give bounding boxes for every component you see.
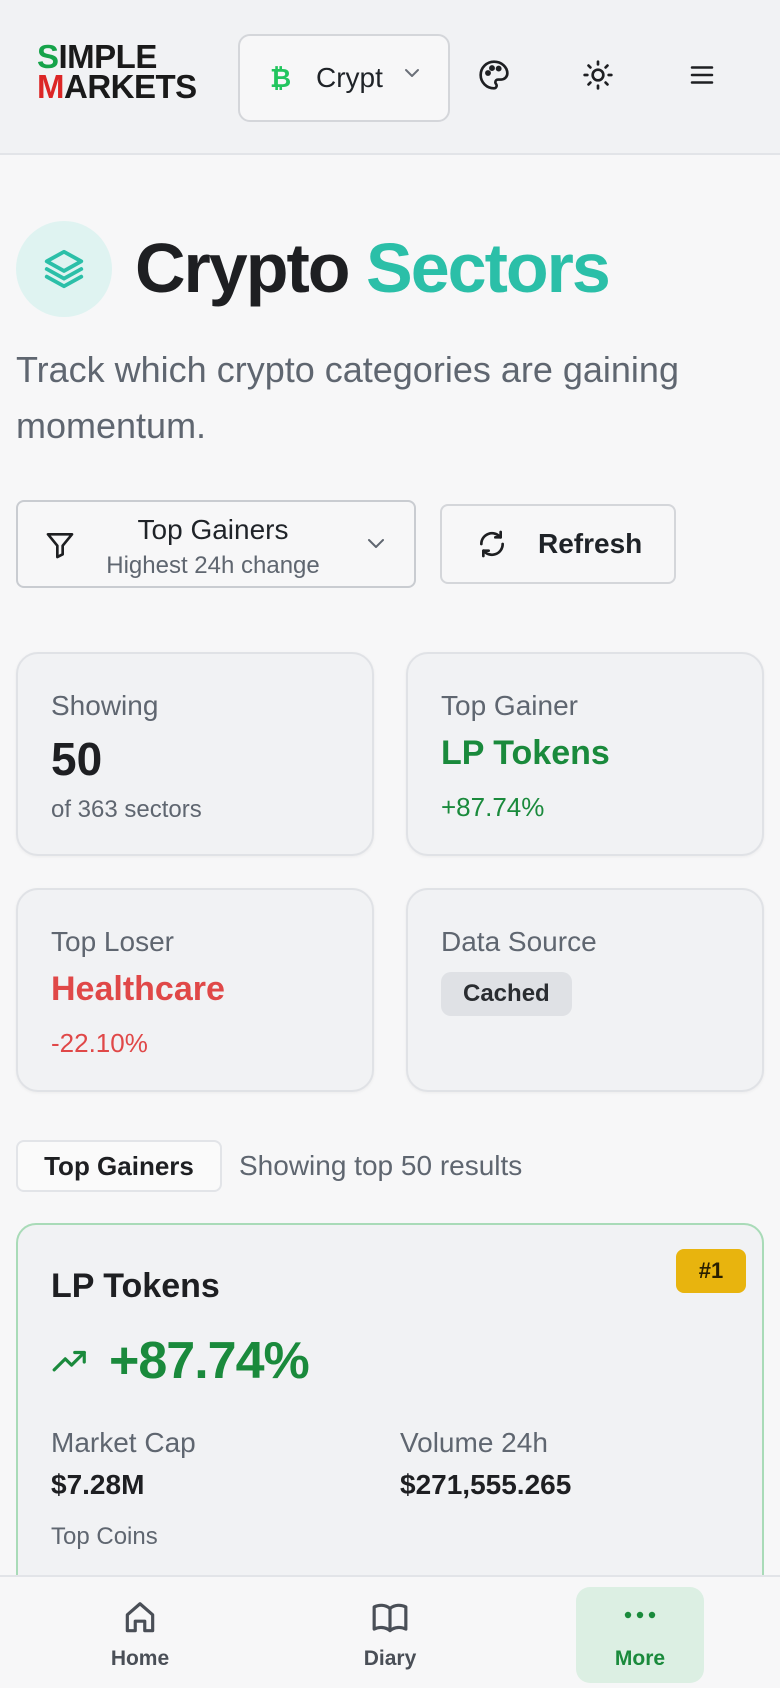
nav-label: More — [614, 1647, 666, 1670]
page-subtitle: Track which crypto categories are gainin… — [16, 349, 679, 446]
volume-metric: Volume 24h $271,555.265 — [400, 1427, 571, 1501]
stat-subtext: of 363 sectors — [51, 796, 202, 823]
app-header: SIMPLE MARKETS ₿ Crypt — [0, 0, 780, 155]
stat-label: Top Gainer — [441, 690, 578, 721]
more-icon — [624, 1611, 656, 1619]
results-count: Showing top 50 results — [239, 1150, 523, 1181]
theme-palette-button[interactable] — [474, 55, 514, 95]
market-select-value: Crypt — [316, 62, 383, 93]
metric-label: Volume 24h — [400, 1427, 548, 1458]
filter-description: Highest 24h change — [106, 552, 320, 579]
menu-icon — [690, 66, 714, 84]
main-menu-button[interactable] — [682, 55, 722, 95]
chevron-down-icon — [368, 539, 384, 548]
market-cap-metric: Market Cap $7.28M — [51, 1427, 196, 1501]
app-logo[interactable]: SIMPLE MARKETS — [37, 40, 205, 104]
nav-label: Diary — [363, 1647, 417, 1670]
metric-value: $271,555.265 — [400, 1469, 572, 1500]
market-select[interactable]: ₿ Crypt — [238, 34, 450, 122]
stat-value: LP Tokens — [441, 734, 610, 772]
nav-item-home[interactable]: Home — [76, 1587, 204, 1683]
filter-selected-label: Top Gainers — [137, 514, 289, 545]
palette-icon — [479, 60, 509, 90]
refresh-button[interactable]: Refresh — [440, 504, 676, 584]
bottom-nav: Home Diary More — [0, 1575, 780, 1688]
stat-label: Data Source — [441, 926, 597, 957]
stat-card-showing: Showing 50 of 363 sectors — [16, 652, 374, 856]
sector-change: +87.74% — [109, 1332, 310, 1390]
sectors-title-icon — [16, 221, 112, 317]
section-chip: Top Gainers — [16, 1140, 222, 1192]
stat-value: 50 — [51, 733, 103, 785]
metric-label: Market Cap — [51, 1427, 196, 1458]
stat-card-top-loser: Top Loser Healthcare -22.10% — [16, 888, 374, 1092]
nav-item-diary[interactable]: Diary — [326, 1587, 454, 1683]
rank-badge: #1 — [676, 1249, 746, 1293]
light-mode-button[interactable] — [578, 55, 618, 95]
book-icon — [372, 1603, 408, 1633]
layers-icon — [44, 249, 84, 289]
nav-item-more[interactable]: More — [576, 1587, 704, 1683]
stat-label: Showing — [51, 690, 159, 721]
stat-value: Healthcare — [51, 970, 225, 1008]
home-icon — [125, 1602, 155, 1633]
refresh-button-label: Refresh — [538, 528, 643, 559]
page-title: Crypto Sectors — [135, 229, 611, 307]
sun-icon — [583, 60, 613, 90]
stat-card-data-source: Data Source Cached — [406, 888, 764, 1092]
nav-label: Home — [110, 1647, 170, 1670]
top-coins-label: Top Coins — [51, 1523, 158, 1550]
chevron-down-icon — [405, 69, 419, 77]
stat-subtext: -22.10% — [51, 1028, 148, 1058]
stat-subtext: +87.74% — [441, 792, 545, 822]
data-source-badge: Cached — [441, 972, 572, 1016]
bitcoin-icon: ₿ — [270, 62, 292, 93]
trending-up-icon — [52, 1350, 86, 1372]
sort-filter-select[interactable]: Top Gainers Highest 24h change — [16, 500, 416, 588]
refresh-icon — [479, 530, 505, 558]
stat-label: Top Loser — [51, 926, 174, 957]
stat-card-top-gainer: Top Gainer LP Tokens +87.74% — [406, 652, 764, 856]
sector-name: LP Tokens — [51, 1267, 220, 1305]
metric-value: $7.28M — [51, 1469, 145, 1500]
